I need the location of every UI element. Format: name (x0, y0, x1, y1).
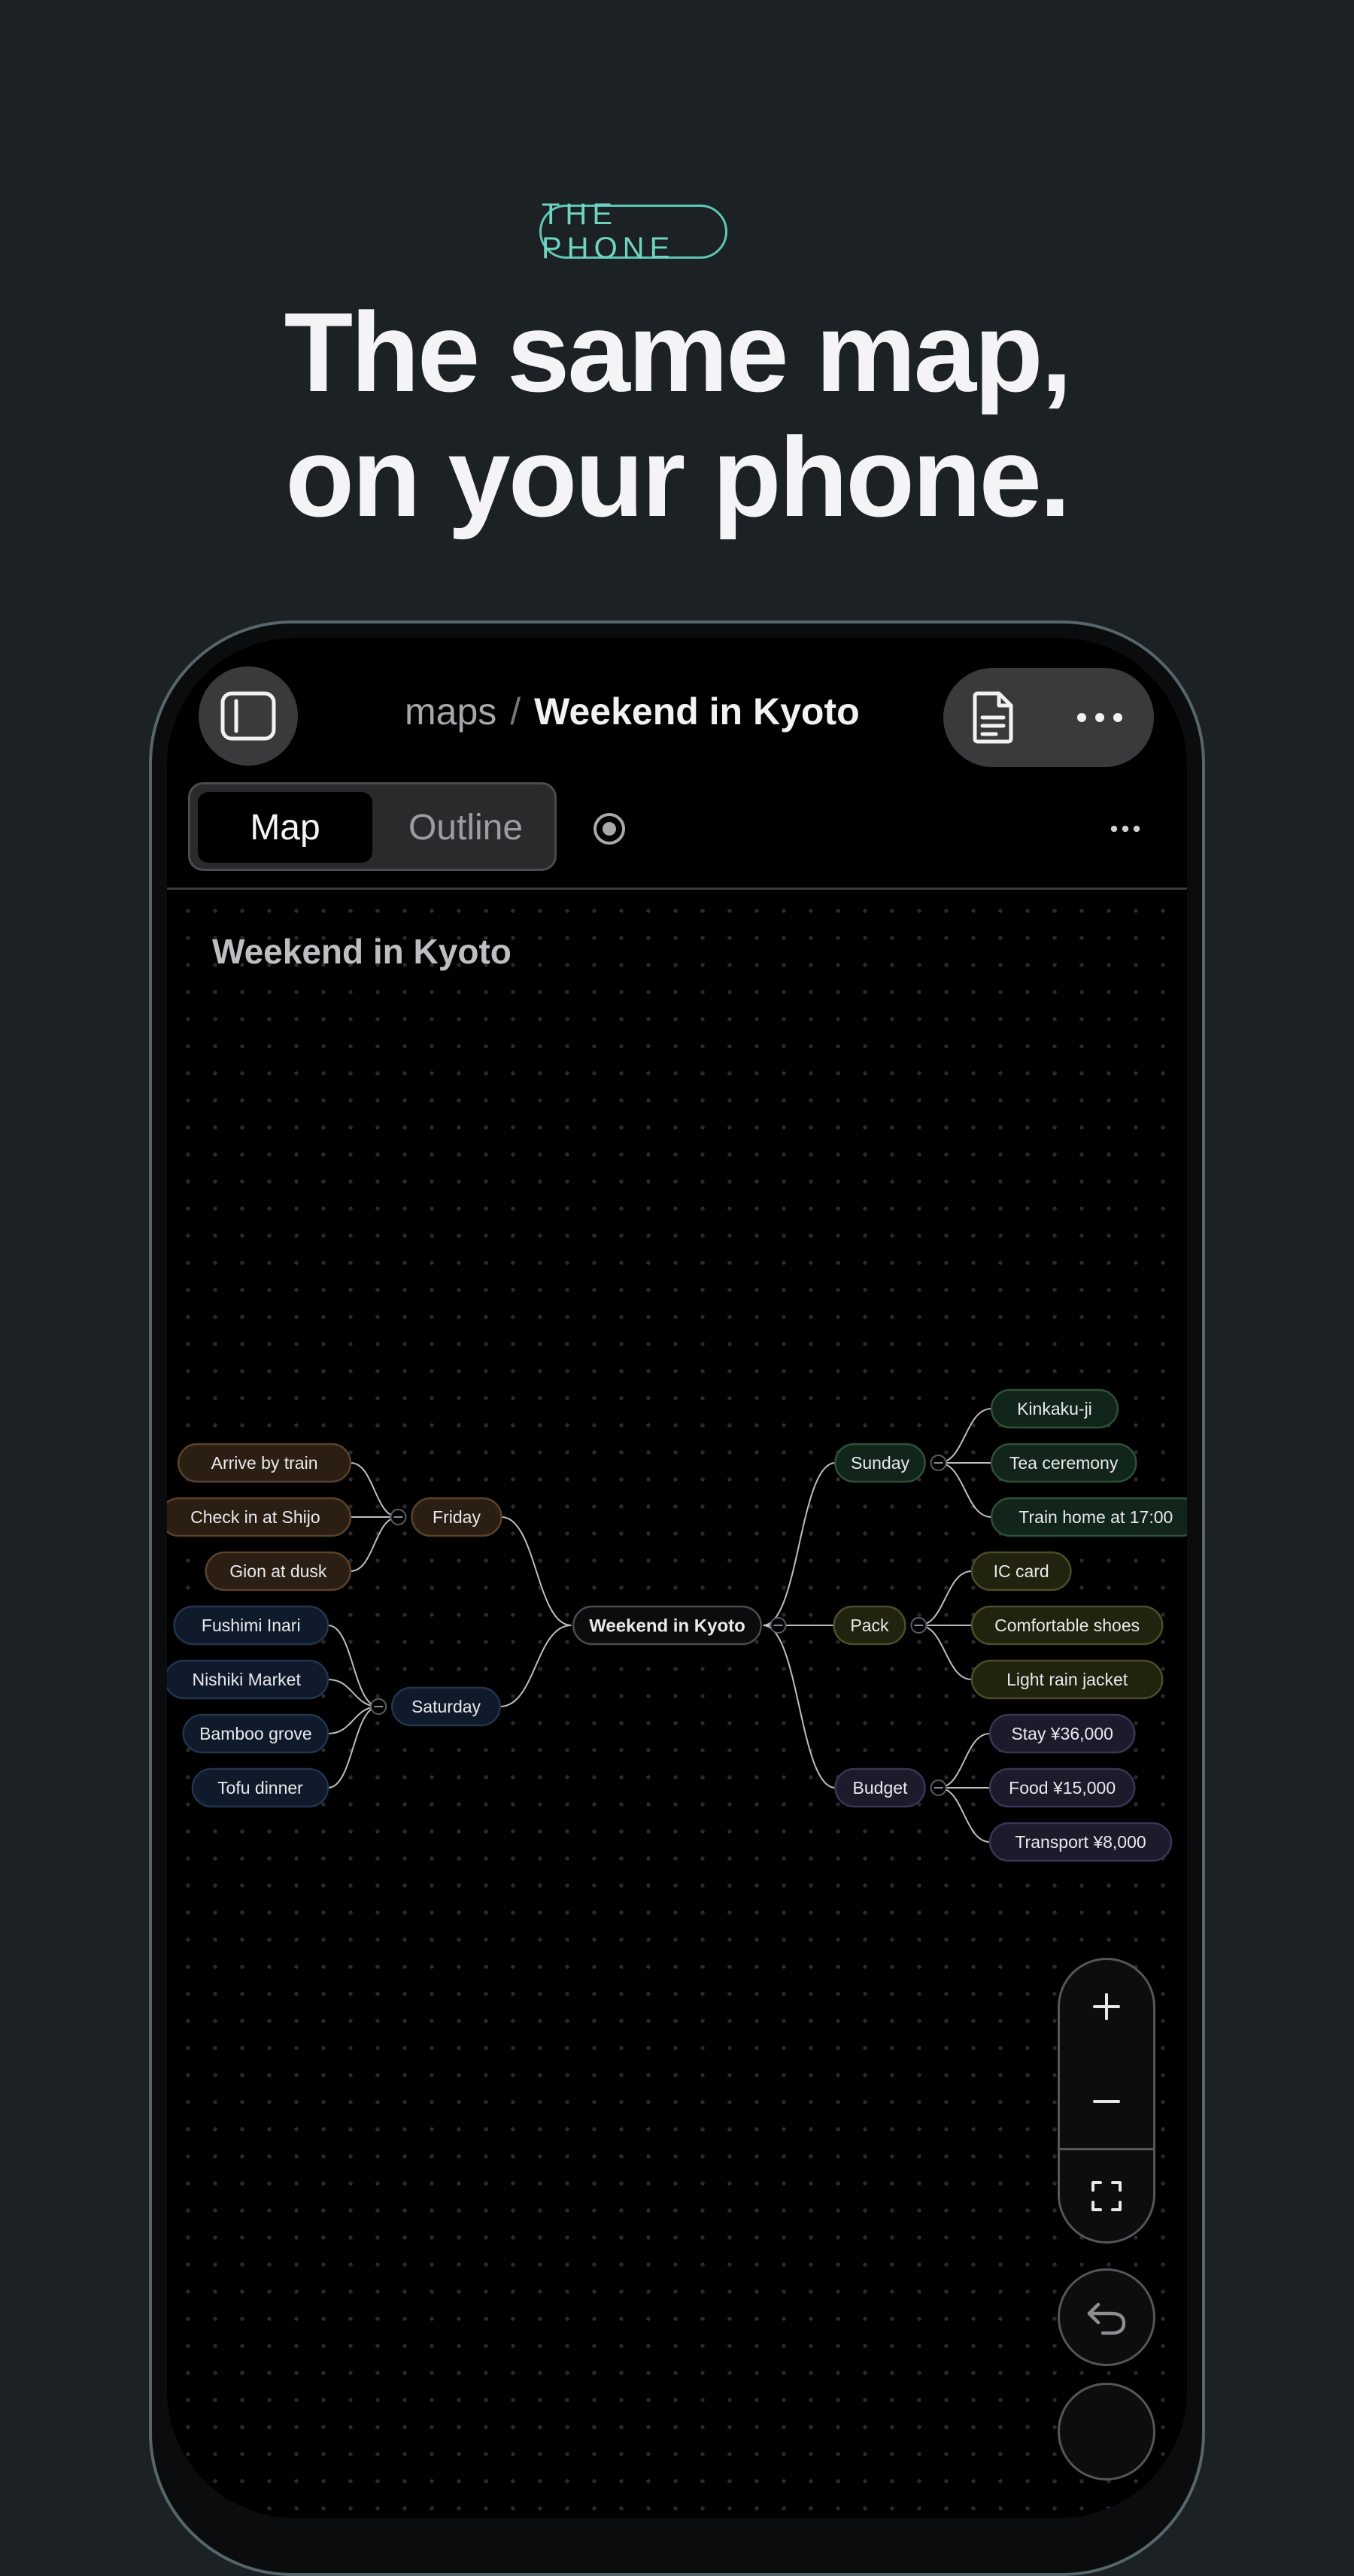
fit-to-screen-button[interactable] (1060, 2151, 1153, 2241)
connector-line (350, 1516, 399, 1572)
mindmap-root[interactable]: Weekend in Kyoto (572, 1605, 763, 1646)
mindmap-leaf-label: Nishiki Market (192, 1670, 301, 1689)
phone-screen: maps / Weekend in Kyoto Map Outline Week… (167, 638, 1187, 2518)
connector-line (350, 1462, 399, 1518)
mindmap-branch-pack[interactable]: Pack (833, 1605, 906, 1646)
mindmap-leaf[interactable]: Train home at 17:00 (990, 1497, 1187, 1537)
connector-line (763, 1625, 836, 1789)
mindmap-leaf-label: Transport ¥8,000 (1015, 1832, 1146, 1852)
mindmap-leaf-label: Tea ceremony (1009, 1453, 1119, 1473)
mindmap-leaf-label: Comfortable shoes (994, 1616, 1140, 1635)
mindmap-leaf-label: Tofu dinner (217, 1778, 303, 1798)
zoom-divider (1060, 2148, 1153, 2150)
mindmap-leaf[interactable]: Food ¥15,000 (988, 1767, 1136, 1808)
headline-line-1: The same map, (284, 289, 1073, 415)
mindmap-branch-saturday[interactable]: Saturday (390, 1686, 502, 1727)
zoom-in-button[interactable] (1060, 1962, 1153, 2052)
zoom-out-button[interactable] (1060, 2056, 1153, 2147)
secondary-control-button[interactable] (1058, 2383, 1155, 2480)
undo-icon (1087, 2302, 1126, 2335)
connector-line (501, 1516, 572, 1626)
mindmap-leaf-label: Check in at Shijo (190, 1507, 320, 1527)
mindmap-leaf[interactable]: Gion at dusk (205, 1551, 352, 1591)
mindmap-leaf-label: Fushimi Inari (202, 1616, 301, 1635)
headline-line-2: on your phone. (285, 414, 1070, 540)
mindmap-leaf-label: Train home at 17:00 (1019, 1507, 1173, 1527)
mindmap-leaf-label: Kinkaku-ji (1017, 1399, 1092, 1418)
undo-button[interactable] (1058, 2268, 1155, 2366)
mindmap-branch-budget-label: Budget (853, 1778, 909, 1798)
mindmap-root-label: Weekend in Kyoto (589, 1616, 745, 1636)
mindmap-leaf[interactable]: IC card (970, 1551, 1072, 1591)
section-tag: THE PHONE (539, 198, 727, 265)
mindmap-leaf-label: IC card (994, 1561, 1049, 1581)
hero-headline: The same map, on your phone. (0, 290, 1354, 539)
zoom-controls (1058, 1958, 1155, 2244)
connector-line (938, 1787, 991, 1843)
mindmap-leaf[interactable]: Bamboo grove (182, 1713, 329, 1754)
connector-line (327, 1706, 379, 1734)
mind-map: Arrive by train Check in at Shijo Gion at … (167, 1388, 1187, 1862)
connector-line (938, 1462, 992, 1518)
connector-line (327, 1706, 379, 1789)
connector-line (327, 1679, 379, 1707)
mindmap-leaf-label: Bamboo grove (199, 1724, 312, 1743)
mindmap-leaf[interactable]: Kinkaku-ji (990, 1388, 1119, 1429)
mindmap-branch-sunday-label: Sunday (851, 1453, 910, 1473)
plus-icon (1093, 1993, 1120, 2020)
connector-line (938, 1408, 992, 1464)
connector-line (763, 1462, 836, 1626)
mindmap-leaf[interactable]: Transport ¥8,000 (988, 1822, 1173, 1862)
connector-line (918, 1570, 973, 1626)
mindmap-leaf-label: Food ¥15,000 (1009, 1778, 1116, 1798)
connector-line (327, 1625, 379, 1707)
mindmap-leaf-label: Light rain jacket (1006, 1670, 1128, 1689)
mindmap-leaf-label: Stay ¥36,000 (1011, 1724, 1113, 1743)
mindmap-leaf[interactable]: Light rain jacket (970, 1659, 1164, 1700)
mindmap-branch-sunday[interactable]: Sunday (834, 1443, 926, 1483)
mindmap-branch-friday-label: Friday (433, 1507, 481, 1527)
minus-icon (1093, 2100, 1120, 2103)
connector-line (938, 1733, 991, 1789)
connector-line (918, 1625, 973, 1680)
mindmap-branch-pack-label: Pack (850, 1616, 889, 1635)
mindmap-branch-friday[interactable]: Friday (411, 1497, 502, 1537)
mindmap-leaf[interactable]: Nishiki Market (167, 1659, 329, 1700)
mindmap-leaf-label: Gion at dusk (229, 1561, 327, 1581)
mindmap-branch-saturday-label: Saturday (411, 1697, 481, 1716)
mindmap-leaf[interactable]: Tofu dinner (191, 1767, 329, 1808)
connector-line (499, 1625, 572, 1707)
mindmap-leaf[interactable]: Arrive by train (177, 1443, 352, 1483)
mindmap-leaf[interactable]: Comfortable shoes (970, 1605, 1164, 1646)
mindmap-leaf[interactable]: Tea ceremony (990, 1443, 1137, 1483)
mindmap-leaf[interactable]: Fushimi Inari (173, 1605, 329, 1646)
mindmap-leaf[interactable]: Stay ¥36,000 (988, 1713, 1136, 1754)
mindmap-leaf-label: Arrive by train (211, 1453, 318, 1473)
mindmap-branch-budget[interactable]: Budget (834, 1767, 926, 1808)
fit-screen-icon (1091, 2181, 1122, 2211)
mindmap-leaf[interactable]: Check in at Shijo (167, 1497, 352, 1537)
